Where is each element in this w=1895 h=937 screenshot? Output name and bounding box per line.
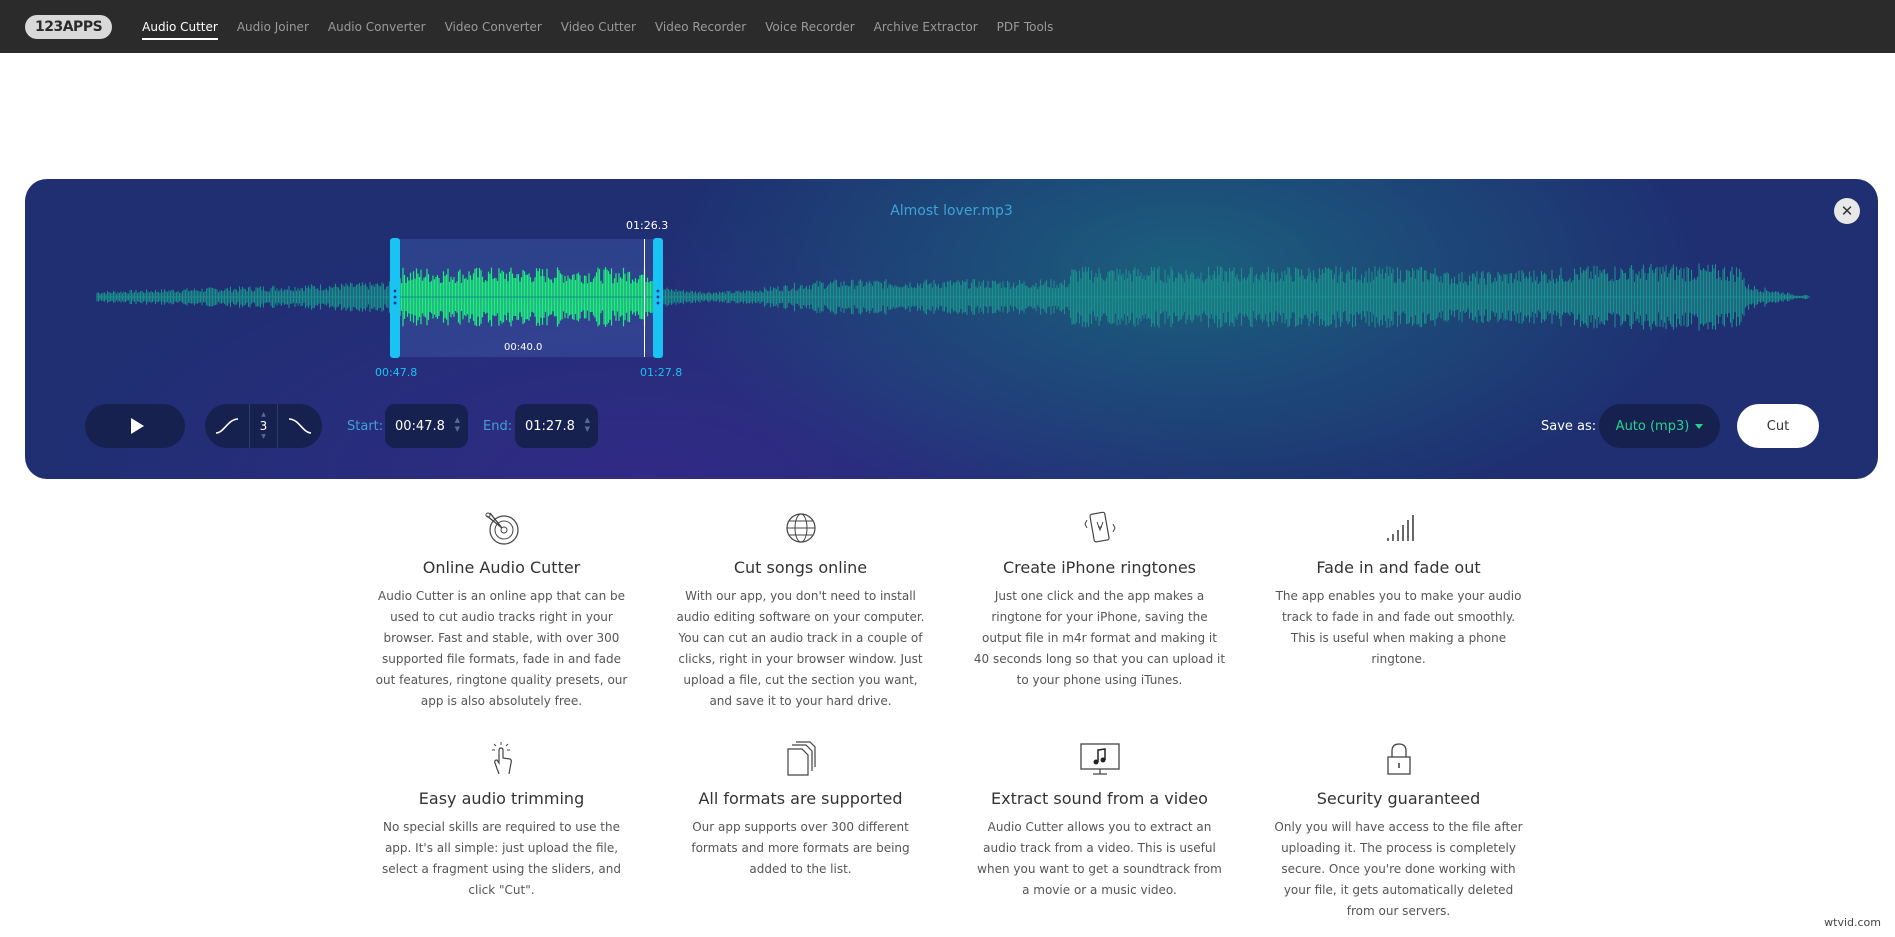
play-button[interactable] [85, 404, 185, 448]
feature-title: Create iPhone ringtones [1002, 558, 1197, 577]
nav-link-audio-converter[interactable]: Audio Converter [328, 16, 426, 38]
feature-title: Online Audio Cutter [422, 558, 581, 577]
feature-text: Our app supports over 300 different form… [691, 820, 910, 876]
monitor-music-icon [1079, 743, 1120, 775]
chevron-down-icon [1695, 423, 1704, 429]
end-time-value: 01:27.8 [525, 418, 575, 434]
feature-title: Cut songs online [733, 558, 868, 577]
format-value: Auto (mp3) [1615, 418, 1690, 434]
selection-start-handle[interactable] [390, 238, 400, 358]
selection-start-time: 00:47.8 [375, 366, 418, 379]
end-spinner-icon[interactable]: ▲ ▼ [585, 416, 590, 434]
feature-text: Only you will have access to the file af… [1274, 820, 1523, 918]
selection-duration: 00:40.0 [504, 342, 543, 353]
fade-in-icon [215, 418, 239, 434]
format-dropdown[interactable]: Auto (mp3) [1599, 404, 1720, 448]
feature-cut-songs-online: Cut songs online With our app, you don't… [674, 508, 927, 719]
nav-link-pdf-tools[interactable]: PDF Tools [997, 16, 1054, 38]
play-icon [130, 418, 144, 434]
stepper-down-icon[interactable]: ▼ [261, 433, 266, 441]
feature-title: Fade in and fade out [1316, 558, 1481, 577]
handle-grip-icon [656, 288, 660, 306]
feature-easy-audio-trimming: Easy audio trimming No special skills ar… [375, 739, 628, 937]
feature-online-audio-cutter: Online Audio Cutter Audio Cutter is an o… [375, 508, 628, 719]
nav-link-audio-joiner[interactable]: Audio Joiner [237, 16, 309, 38]
fade-out-button[interactable] [278, 404, 322, 448]
nav-link-voice-recorder[interactable]: Voice Recorder [765, 16, 855, 38]
nav-link-video-cutter[interactable]: Video Cutter [561, 16, 636, 38]
cut-button[interactable]: Cut [1737, 404, 1819, 448]
feature-text: With our app, you don't need to install … [676, 589, 925, 708]
nav-links: Audio Cutter Audio Joiner Audio Converte… [142, 16, 1072, 40]
audio-editor-panel: Almost lover.mp3 ✕ 01:26.3 00:40.0 00:47… [25, 179, 1878, 479]
feature-create-iphone-ringtones: Create iPhone ringtones Just one click a… [973, 508, 1226, 719]
vinyl-scissors-icon [485, 512, 519, 545]
top-nav: 123APPS Audio Cutter Audio Joiner Audio … [0, 0, 1895, 53]
start-time-value: 00:47.8 [395, 418, 445, 434]
feature-title: Extract sound from a video [991, 789, 1208, 808]
feature-text: Just one click and the app makes a ringt… [973, 589, 1226, 687]
fade-duration-value: 3 [259, 419, 268, 433]
pointer-click-icon [491, 742, 512, 775]
watermark: wtvid.com [1824, 916, 1881, 929]
start-time-input[interactable]: 00:47.8 ▲ ▼ [385, 404, 468, 448]
start-label: Start: [347, 419, 384, 434]
selection-end-handle[interactable] [653, 238, 663, 358]
save-as-label: Save as: [1541, 419, 1597, 434]
fade-duration-stepper[interactable]: ▲ 3 ▼ [249, 404, 278, 448]
feature-security: Security guaranteed Only you will have a… [1272, 739, 1525, 937]
globe-icon [785, 513, 816, 543]
fade-controls: ▲ 3 ▼ [205, 404, 322, 448]
feature-text: Audio Cutter allows you to extract an au… [977, 820, 1222, 897]
nav-link-video-converter[interactable]: Video Converter [445, 16, 542, 38]
nav-link-audio-cutter[interactable]: Audio Cutter [142, 16, 218, 40]
fade-out-icon [288, 418, 312, 434]
feature-text: Audio Cutter is an online app that can b… [375, 589, 628, 708]
end-time-input[interactable]: 01:27.8 ▲ ▼ [515, 404, 598, 448]
feature-title: Easy audio trimming [418, 789, 585, 808]
handle-grip-icon [393, 288, 397, 306]
feature-title: All formats are supported [698, 789, 903, 808]
phone-vibrate-icon [1083, 511, 1116, 543]
feature-all-formats: All formats are supported Our app suppor… [674, 739, 927, 937]
feature-text: The app enables you to make your audio t… [1275, 589, 1522, 666]
features-grid: Online Audio Cutter Audio Cutter is an o… [375, 508, 1530, 937]
padlock-icon [1386, 743, 1411, 775]
signal-bars-icon [1386, 515, 1414, 541]
nav-link-video-recorder[interactable]: Video Recorder [655, 16, 746, 38]
feature-fade-in-fade-out: Fade in and fade out The app enables you… [1272, 508, 1525, 719]
end-label: End: [483, 419, 513, 434]
feature-text: No special skills are required to use th… [381, 820, 621, 897]
stepper-up-icon[interactable]: ▲ [261, 411, 266, 419]
playhead-line[interactable] [644, 239, 645, 357]
playhead-time: 01:26.3 [626, 219, 669, 232]
documents-icon [786, 741, 816, 776]
feature-title: Security guaranteed [1316, 789, 1481, 808]
fade-in-button[interactable] [205, 404, 249, 448]
nav-link-archive-extractor[interactable]: Archive Extractor [874, 16, 978, 38]
feature-extract-sound: Extract sound from a video Audio Cutter … [973, 739, 1226, 937]
logo[interactable]: 123APPS [25, 14, 113, 39]
start-spinner-icon[interactable]: ▲ ▼ [455, 416, 460, 434]
selection-end-time: 01:27.8 [640, 366, 683, 379]
